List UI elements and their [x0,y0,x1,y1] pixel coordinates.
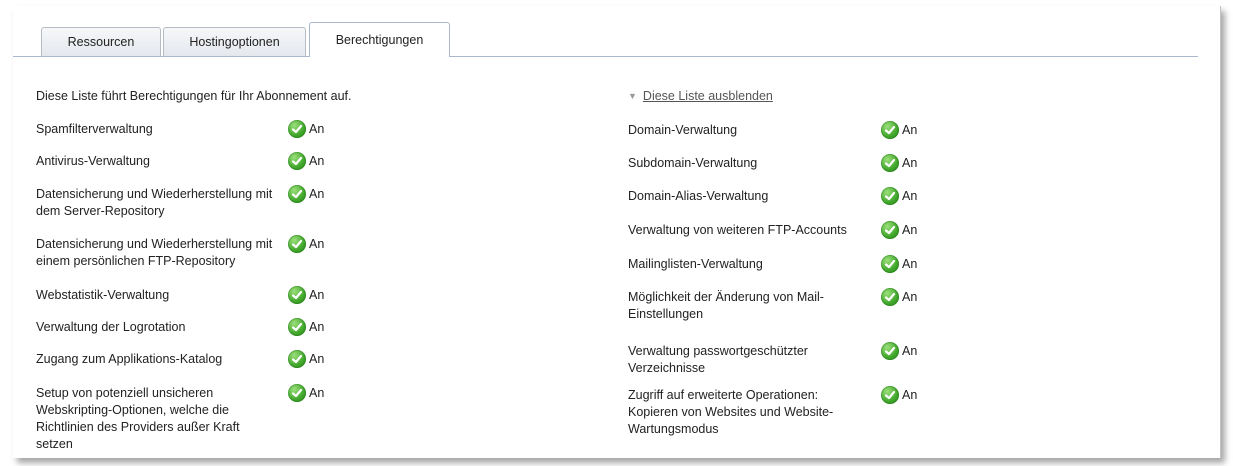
check-icon [881,221,899,239]
permission-label: Antivirus-Verwaltung [36,154,150,168]
permission-status: An [881,154,918,172]
permission-label: Zugriff auf erweiterte Operationen: Kopi… [628,388,834,436]
permission-status: An [288,350,325,368]
permission-status-text: An [902,223,918,237]
check-icon [881,187,899,205]
check-icon [288,350,306,368]
permission-status: An [881,288,918,306]
permission-row: Mailinglisten-Verwaltung An [628,255,917,273]
tab-bar: Ressourcen Hostingoptionen Berechtigunge… [13,22,1198,57]
check-icon [288,384,306,402]
permission-row: Subdomain-Verwaltung An [628,154,917,172]
hide-list-toggle[interactable]: ▼ Diese Liste ausblenden [628,89,773,103]
hide-list-link[interactable]: Diese Liste ausblenden [643,89,773,103]
permission-status: An [288,286,325,304]
permission-status: An [288,185,325,203]
permission-label: Zugang zum Applikations-Katalog [36,352,223,366]
permission-status-text: An [902,123,918,137]
permission-row: Zugriff auf erweiterte Operationen: Kopi… [628,386,917,438]
permission-row: Datensicherung und Wiederherstellung mit… [36,185,324,220]
permission-row: Datensicherung und Wiederherstellung mit… [36,235,324,270]
permission-row: Antivirus-Verwaltung An [36,152,324,170]
permission-row: Webstatistik-Verwaltung An [36,286,324,304]
permission-status-text: An [309,237,325,251]
permissions-panel: Ressourcen Hostingoptionen Berechtigunge… [13,6,1221,458]
check-icon [288,152,306,170]
permission-label: Verwaltung der Logrotation [36,320,186,334]
permission-label: Möglichkeit der Änderung von Mail-Einste… [628,290,824,321]
permission-row: Verwaltung passwortgeschützter Verzeichn… [628,342,917,377]
permission-label: Domain-Alias-Verwaltung [628,189,769,203]
permission-row: Verwaltung von weiteren FTP-Accounts An [628,221,917,239]
permission-label: Spamfilterverwaltung [36,122,153,136]
permission-label: Verwaltung passwortgeschützter Verzeichn… [628,344,808,375]
check-icon [288,185,306,203]
permission-row: Zugang zum Applikations-Katalog An [36,350,324,368]
permission-row: Spamfilterverwaltung An [36,120,324,138]
permission-label: Datensicherung und Wiederherstellung mit… [36,187,273,218]
permission-status-text: An [902,388,918,402]
check-icon [881,121,899,139]
intro-text: Diese Liste führt Berechtigungen für Ihr… [36,89,352,103]
permission-status: An [288,384,325,402]
permission-label: Subdomain-Verwaltung [628,156,758,170]
permission-status-text: An [309,320,325,334]
permission-row: Möglichkeit der Änderung von Mail-Einste… [628,288,917,323]
permission-status: An [881,121,918,139]
permission-label: Mailinglisten-Verwaltung [628,257,763,271]
permission-label: Verwaltung von weiteren FTP-Accounts [628,223,847,237]
permission-status: An [881,187,918,205]
permission-row: Setup von potenziell unsicheren Webskrip… [36,384,324,453]
permission-label: Webstatistik-Verwaltung [36,288,170,302]
permission-status: An [881,386,918,404]
permission-status-text: An [309,154,325,168]
permission-status-text: An [309,288,325,302]
check-icon [881,154,899,172]
permission-status: An [881,221,918,239]
permission-status: An [288,120,325,138]
check-icon [288,286,306,304]
permission-status-text: An [902,156,918,170]
check-icon [881,386,899,404]
permission-status-text: An [309,352,325,366]
permission-label: Datensicherung und Wiederherstellung mit… [36,237,273,268]
check-icon [881,342,899,360]
check-icon [288,120,306,138]
permission-row: Verwaltung der Logrotation An [36,318,324,336]
permission-status-text: An [309,386,325,400]
permission-status: An [288,318,325,336]
permission-status-text: An [902,344,918,358]
permission-status: An [881,255,918,273]
permission-row: Domain-Verwaltung An [628,121,917,139]
triangle-down-icon: ▼ [628,91,637,101]
permission-label: Domain-Verwaltung [628,123,738,137]
permission-row: Domain-Alias-Verwaltung An [628,187,917,205]
permission-status: An [288,235,325,253]
permission-status: An [288,152,325,170]
check-icon [288,235,306,253]
tab-berechtigungen[interactable]: Berechtigungen [309,22,450,57]
tab-ressourcen[interactable]: Ressourcen [41,27,161,56]
permission-status-text: An [309,122,325,136]
check-icon [288,318,306,336]
check-icon [881,288,899,306]
permission-status-text: An [902,290,918,304]
permission-status-text: An [309,187,325,201]
permission-label: Setup von potenziell unsicheren Webskrip… [36,386,240,451]
check-icon [881,255,899,273]
permission-status-text: An [902,189,918,203]
permission-status-text: An [902,257,918,271]
tab-hostingoptionen[interactable]: Hostingoptionen [163,27,306,56]
permission-status: An [881,342,918,360]
